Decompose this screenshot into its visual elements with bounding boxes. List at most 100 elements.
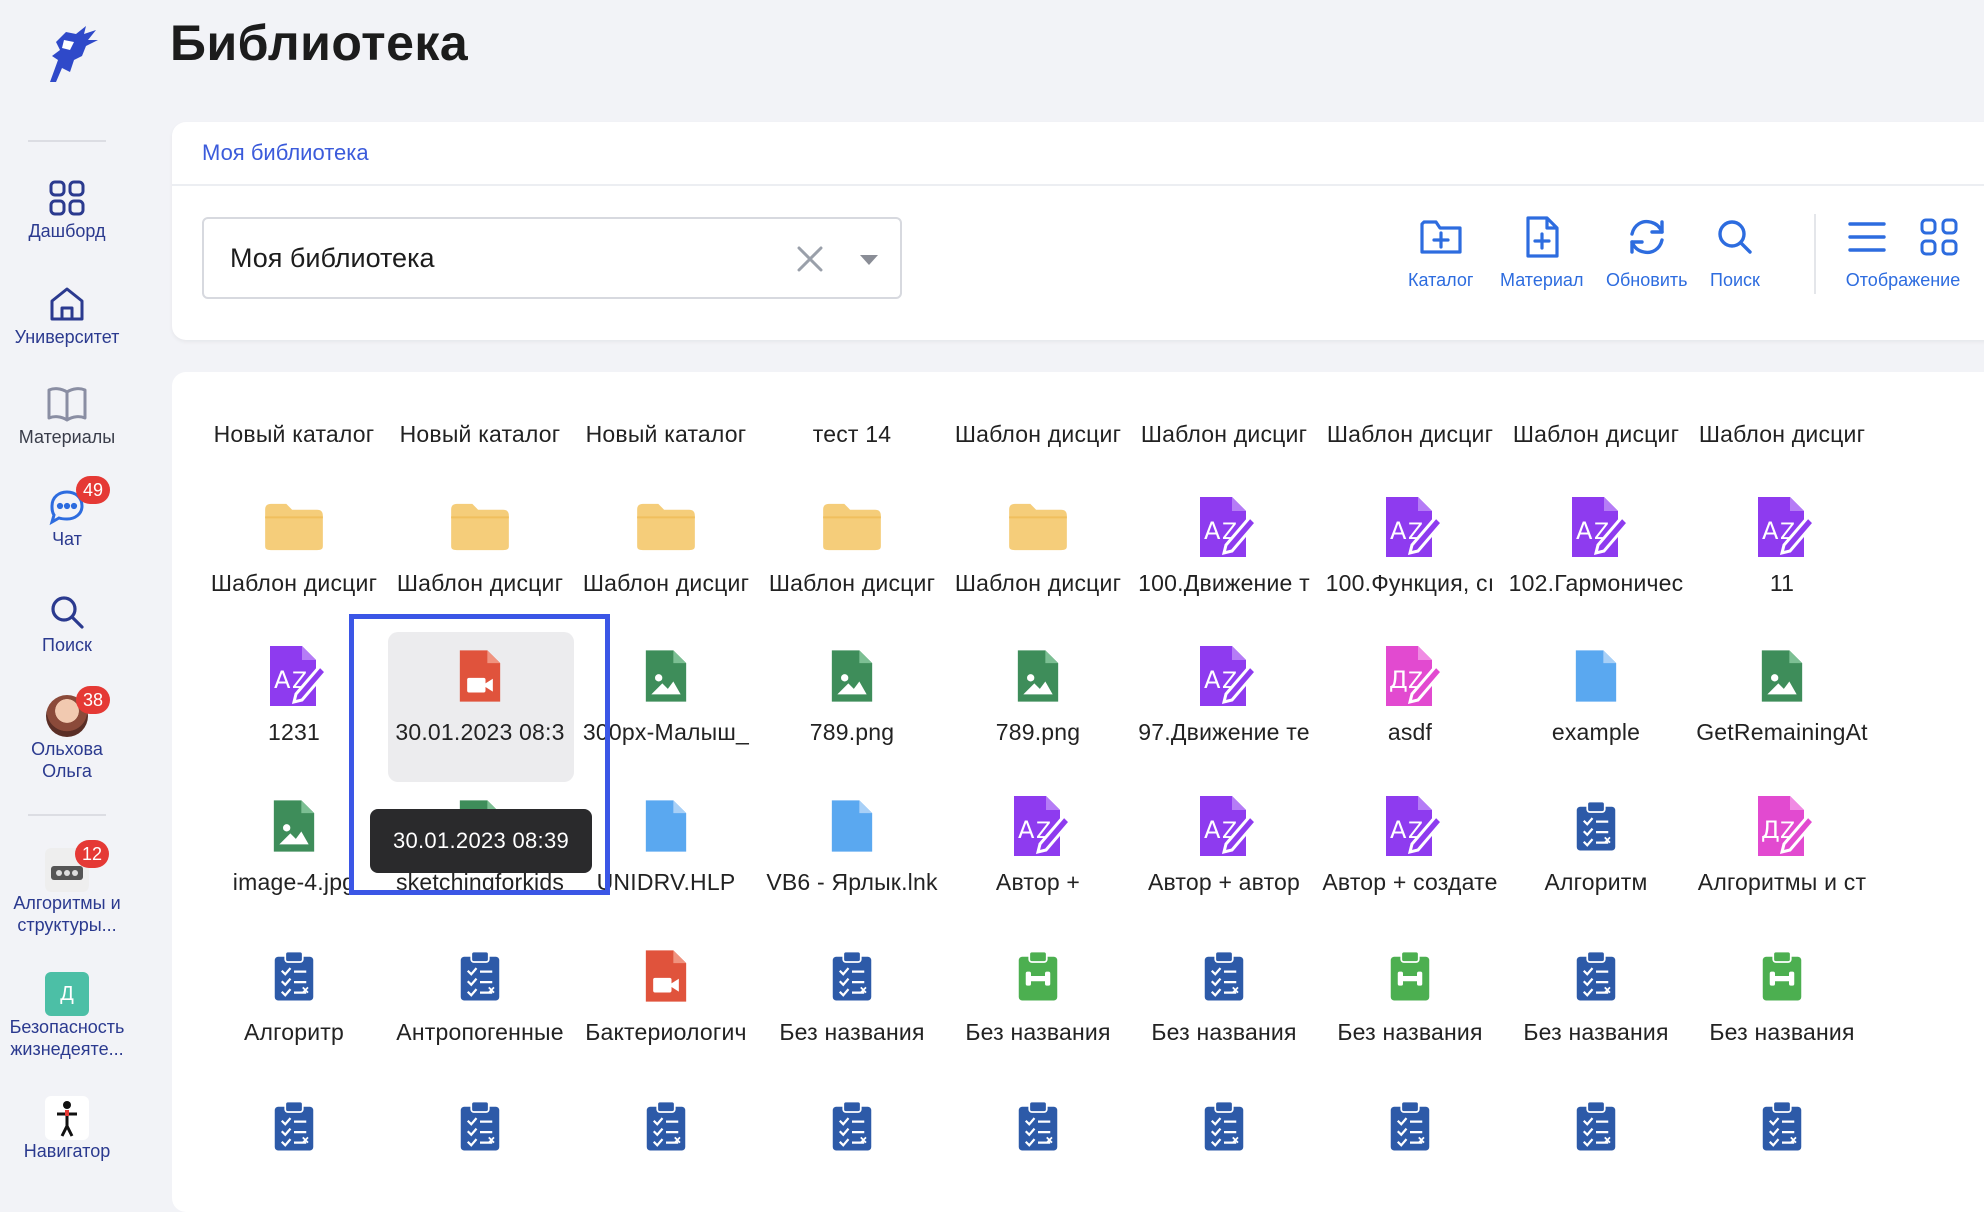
text-material-icon[interactable]: AZ	[1370, 487, 1450, 567]
text-material-icon[interactable]: AZ	[1742, 487, 1822, 567]
library-item-label[interactable]: Шаблон дисциг	[574, 570, 758, 597]
library-item-label[interactable]: Автор + создате	[1318, 869, 1502, 896]
text-material-icon[interactable]: AZ	[254, 636, 334, 716]
refresh-button[interactable]: Обновить	[1606, 214, 1688, 291]
folder-icon[interactable]	[626, 487, 706, 567]
image-file-icon[interactable]	[998, 636, 1078, 716]
text-material-icon[interactable]: AZ	[998, 786, 1078, 866]
test-clipboard-icon[interactable]	[1184, 1086, 1264, 1166]
library-item-label[interactable]: Без названия	[1504, 1019, 1688, 1046]
library-item-label[interactable]: тест 14	[760, 421, 944, 448]
test-clipboard-icon[interactable]	[626, 1086, 706, 1166]
sidebar-item-profile[interactable]: 38 Ольхова Ольга	[0, 686, 134, 782]
library-item-label[interactable]: 789.png	[946, 719, 1130, 746]
test-clipboard-icon[interactable]	[1556, 786, 1636, 866]
folder-icon[interactable]	[998, 487, 1078, 567]
test-clipboard-icon[interactable]	[998, 1086, 1078, 1166]
library-item-label[interactable]: Шаблон дисциг	[1318, 421, 1502, 448]
library-item-label[interactable]: GetRemainingAt	[1690, 719, 1874, 746]
image-file-icon[interactable]	[812, 636, 892, 716]
search-button[interactable]: Поиск	[1710, 214, 1760, 291]
library-item-label[interactable]: Новый каталог	[388, 421, 572, 448]
sidebar-course-algorithms[interactable]: 12 Алгоритмы и структуры...	[0, 840, 134, 936]
image-file-icon[interactable]	[254, 786, 334, 866]
test-clipboard-icon[interactable]	[254, 1086, 334, 1166]
library-item-label[interactable]: VB6 - Ярлык.lnk	[760, 869, 944, 896]
library-item-label[interactable]: Без названия	[760, 1019, 944, 1046]
test-clipboard-icon[interactable]	[812, 936, 892, 1016]
library-item-label[interactable]: Антропогенные	[388, 1019, 572, 1046]
library-item-label[interactable]: 11	[1690, 570, 1874, 597]
test-clipboard-icon[interactable]	[1556, 936, 1636, 1016]
test-clipboard-icon[interactable]	[440, 936, 520, 1016]
test-clipboard-icon[interactable]	[254, 936, 334, 1016]
library-item-label[interactable]: Новый каталог	[202, 421, 386, 448]
sidebar-item-dashboard[interactable]: Дашборд	[0, 176, 134, 242]
folder-icon[interactable]	[812, 487, 892, 567]
sidebar-item-chat[interactable]: 49 Чат	[0, 476, 134, 550]
sidebar-item-search[interactable]: Поиск	[0, 590, 134, 656]
image-file-icon[interactable]	[626, 636, 706, 716]
text-material-icon[interactable]: AZ	[1184, 636, 1264, 716]
library-item-label[interactable]: Шаблон дисциг	[760, 570, 944, 597]
test-clipboard-icon[interactable]	[440, 1086, 520, 1166]
library-item-label[interactable]: Шаблон дисциг	[1132, 421, 1316, 448]
library-item-label[interactable]: Новый каталог	[574, 421, 758, 448]
library-item-label[interactable]: Без названия	[1132, 1019, 1316, 1046]
sidebar-course-navigator[interactable]: Навигатор	[0, 1096, 134, 1162]
library-item-label[interactable]: 100.Движение т	[1132, 570, 1316, 597]
folder-icon[interactable]	[254, 487, 334, 567]
video-file-icon[interactable]	[626, 936, 706, 1016]
sidebar-course-safety[interactable]: Д Безопасность жизнедеяте...	[0, 972, 134, 1060]
library-item-label[interactable]: example	[1504, 719, 1688, 746]
sidebar-item-university[interactable]: Университет	[0, 282, 134, 348]
library-item-label[interactable]: Алгоритм	[1504, 869, 1688, 896]
training-clipboard-icon[interactable]	[1742, 936, 1822, 1016]
folder-icon[interactable]	[440, 487, 520, 567]
library-item-label[interactable]: Шаблон дисциг	[388, 570, 572, 597]
sidebar-item-materials[interactable]: Материалы	[0, 382, 134, 448]
library-item-label[interactable]: 97.Движение те	[1132, 719, 1316, 746]
text-material-icon[interactable]: AZ	[1370, 786, 1450, 866]
test-clipboard-icon[interactable]	[1370, 1086, 1450, 1166]
library-item-label[interactable]: Без названия	[1690, 1019, 1874, 1046]
test-clipboard-icon[interactable]	[812, 1086, 892, 1166]
library-item-label[interactable]: Автор +	[946, 869, 1130, 896]
library-item-label[interactable]: asdf	[1318, 719, 1502, 746]
logo-icon[interactable]	[30, 20, 104, 86]
library-item-label[interactable]: Шаблон дисциг	[202, 570, 386, 597]
file-icon[interactable]	[812, 786, 892, 866]
library-item-label[interactable]: Автор + автор	[1132, 869, 1316, 896]
training-clipboard-icon[interactable]	[1370, 936, 1450, 1016]
text-material-pink-icon[interactable]: ДZ	[1370, 636, 1450, 716]
text-material-pink-icon[interactable]: ДZ	[1742, 786, 1822, 866]
chevron-down-icon[interactable]	[860, 255, 878, 265]
add-material-button[interactable]: Материал	[1500, 214, 1583, 291]
clear-icon[interactable]	[794, 243, 826, 275]
library-item-label[interactable]: Алгоритмы и ст	[1690, 869, 1874, 896]
training-clipboard-icon[interactable]	[998, 936, 1078, 1016]
file-icon[interactable]	[626, 786, 706, 866]
text-material-icon[interactable]: AZ	[1184, 487, 1264, 567]
library-select[interactable]: Моя библиотека	[202, 217, 902, 299]
file-icon[interactable]	[1556, 636, 1636, 716]
test-clipboard-icon[interactable]	[1742, 1086, 1822, 1166]
library-item-label[interactable]: Алгоритр	[202, 1019, 386, 1046]
library-item-label[interactable]: Бактериологич	[574, 1019, 758, 1046]
library-item-label[interactable]: 102.Гармоничес	[1504, 570, 1688, 597]
text-material-icon[interactable]: AZ	[1556, 487, 1636, 567]
image-file-icon[interactable]	[1742, 636, 1822, 716]
text-material-icon[interactable]: AZ	[1184, 786, 1264, 866]
breadcrumb[interactable]: Моя библиотека	[202, 140, 369, 166]
list-view-icon[interactable]	[1844, 214, 1890, 260]
grid-view-icon[interactable]	[1916, 214, 1962, 260]
test-clipboard-icon[interactable]	[1556, 1086, 1636, 1166]
test-clipboard-icon[interactable]	[1184, 936, 1264, 1016]
library-item-label[interactable]: Шаблон дисциг	[946, 421, 1130, 448]
view-mode-button[interactable]: Отображение	[1844, 214, 1962, 291]
library-item-label[interactable]: 100.Функция, сı	[1318, 570, 1502, 597]
library-item-label[interactable]: Без названия	[946, 1019, 1130, 1046]
library-item-label[interactable]: Шаблон дисциг	[1690, 421, 1874, 448]
library-item-label[interactable]: 789.png	[760, 719, 944, 746]
library-item-label[interactable]: Без названия	[1318, 1019, 1502, 1046]
